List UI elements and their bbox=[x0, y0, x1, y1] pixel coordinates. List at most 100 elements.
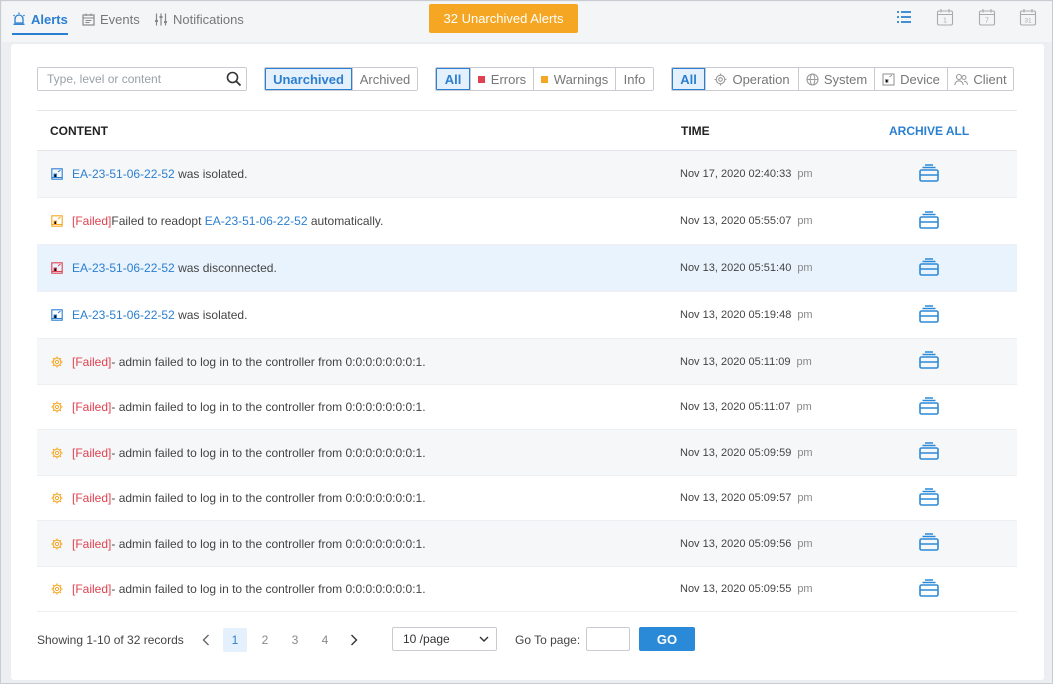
row-message: [Failed]- admin failed to log in to the … bbox=[72, 582, 426, 596]
calendar-month-icon[interactable]: 31 bbox=[1019, 8, 1037, 26]
archive-row-button[interactable] bbox=[919, 533, 939, 554]
calendar-day-icon[interactable]: 1 bbox=[936, 8, 954, 26]
row-time: Nov 13, 2020 05:09:57 pm bbox=[680, 492, 813, 504]
message-text: Failed to readopt bbox=[111, 214, 205, 228]
row-message: EA-23-51-06-22-52 was disconnected. bbox=[72, 261, 277, 275]
row-time: Nov 13, 2020 05:11:07 pm bbox=[680, 401, 812, 413]
go-button[interactable]: GO bbox=[639, 627, 695, 651]
archive-row-button[interactable] bbox=[919, 163, 939, 185]
tab-label: Notifications bbox=[173, 11, 244, 27]
table-row: EA-23-51-06-22-52 was isolated. Nov 13, 2… bbox=[37, 292, 1017, 339]
archive-row-button[interactable] bbox=[919, 442, 939, 463]
message-text: - admin failed to log in to the controll… bbox=[111, 582, 426, 596]
page-2-button[interactable]: 2 bbox=[253, 628, 277, 652]
type-system[interactable]: System bbox=[798, 68, 874, 90]
archive-row-button[interactable] bbox=[919, 257, 939, 279]
type-system-label: System bbox=[823, 71, 868, 87]
archive-row-button[interactable] bbox=[919, 210, 939, 232]
row-ampm: pm bbox=[797, 492, 813, 504]
row-time: Nov 13, 2020 05:55:07 pm bbox=[680, 215, 813, 227]
sliders-icon bbox=[155, 13, 167, 25]
type-all[interactable]: All bbox=[672, 68, 705, 90]
archive-icon bbox=[919, 442, 939, 460]
row-content: [Failed]Failed to readopt EA-23-51-06-22… bbox=[51, 214, 383, 228]
tab-alerts[interactable]: Alerts bbox=[12, 8, 68, 35]
device-link[interactable]: EA-23-51-06-22-52 bbox=[72, 167, 175, 181]
table-body: EA-23-51-06-22-52 was isolated. Nov 17, 2… bbox=[37, 151, 1017, 612]
gear-icon bbox=[714, 73, 727, 85]
device-link[interactable]: EA-23-51-06-22-52 bbox=[72, 308, 175, 322]
page-size-select[interactable]: 10 /page bbox=[392, 627, 497, 651]
level-info[interactable]: Info bbox=[615, 68, 653, 90]
next-page-button[interactable] bbox=[342, 628, 366, 652]
page-size-value: 10 /page bbox=[403, 632, 450, 646]
search-input[interactable] bbox=[38, 68, 223, 90]
archive-row-button[interactable] bbox=[919, 487, 939, 509]
filter-archived[interactable]: Archived bbox=[352, 68, 417, 90]
archive-all-button[interactable]: ARCHIVE ALL bbox=[889, 124, 969, 138]
row-ampm: pm bbox=[797, 168, 813, 180]
page-3-button[interactable]: 3 bbox=[283, 628, 307, 652]
type-operation[interactable]: Operation bbox=[705, 68, 798, 90]
archive-icon bbox=[919, 304, 939, 323]
message-text: - admin failed to log in to the controll… bbox=[111, 536, 426, 551]
archive-icon bbox=[919, 210, 939, 229]
prev-page-button[interactable] bbox=[194, 628, 218, 652]
archive-icon bbox=[919, 257, 939, 276]
archive-row-button[interactable] bbox=[919, 578, 939, 600]
calendar-icon bbox=[82, 13, 95, 26]
gear-orange-icon bbox=[51, 355, 63, 368]
level-info-label: Info bbox=[623, 71, 646, 87]
device-blue-icon bbox=[51, 309, 63, 321]
users-icon bbox=[954, 73, 969, 85]
device-link[interactable]: EA-23-51-06-22-52 bbox=[205, 214, 308, 228]
table-row: EA-23-51-06-22-52 was isolated. Nov 17, 2… bbox=[37, 151, 1017, 198]
calendar-week-icon[interactable]: 7 bbox=[978, 8, 996, 26]
page-1-button[interactable]: 1 bbox=[223, 628, 247, 652]
type-filter: All Operation System Device Client bbox=[671, 67, 1014, 91]
tab-label: Events bbox=[100, 11, 140, 27]
type-device[interactable]: Device bbox=[874, 68, 947, 90]
message-suffix: was isolated. bbox=[174, 308, 248, 322]
row-content: [Failed]- admin failed to log in to the … bbox=[51, 491, 426, 505]
table-header: CONTENT TIME ARCHIVE ALL bbox=[37, 110, 1017, 151]
archive-row-button[interactable] bbox=[919, 304, 939, 326]
row-date: Nov 13, 2020 05:11:07 bbox=[680, 401, 791, 413]
goto-label: Go To page: bbox=[515, 633, 581, 647]
row-message: [Failed]- admin failed to log in to the … bbox=[72, 446, 426, 460]
list-view-icon[interactable] bbox=[895, 8, 913, 26]
failed-tag: [Failed] bbox=[72, 445, 112, 460]
tab-notifications[interactable]: Notifications bbox=[154, 8, 244, 30]
tab-events[interactable]: Events bbox=[82, 8, 140, 30]
row-message: [Failed]- admin failed to log in to the … bbox=[72, 537, 426, 551]
archive-row-button[interactable] bbox=[919, 396, 939, 418]
unarchived-alerts-badge[interactable]: 32 Unarchived Alerts bbox=[429, 4, 578, 33]
gear-orange-icon bbox=[51, 446, 63, 459]
row-time: Nov 17, 2020 02:40:33 pm bbox=[680, 168, 813, 180]
search-icon[interactable] bbox=[226, 71, 242, 87]
archive-icon bbox=[919, 578, 939, 597]
header-content: CONTENT bbox=[50, 123, 108, 138]
gear-orange-icon bbox=[51, 583, 63, 595]
row-ampm: pm bbox=[797, 309, 813, 321]
goto-page-input[interactable] bbox=[586, 627, 630, 651]
failed-tag: [Failed] bbox=[72, 582, 112, 596]
message-text: - admin failed to log in to the controll… bbox=[111, 400, 426, 414]
calendar-month-number: 31 bbox=[1024, 18, 1032, 25]
row-message: [Failed]- admin failed to log in to the … bbox=[72, 400, 426, 414]
archive-row-button[interactable] bbox=[919, 351, 939, 372]
type-client[interactable]: Client bbox=[947, 68, 1013, 90]
page-4-button[interactable]: 4 bbox=[313, 628, 337, 652]
filter-unarchived[interactable]: Unarchived bbox=[265, 68, 352, 90]
row-time: Nov 13, 2020 05:11:09 pm bbox=[680, 356, 812, 368]
level-warnings[interactable]: Warnings bbox=[533, 68, 615, 90]
search-box bbox=[37, 67, 247, 91]
device-link[interactable]: EA-23-51-06-22-52 bbox=[72, 261, 175, 275]
failed-tag: [Failed] bbox=[72, 400, 112, 414]
globe-icon bbox=[806, 72, 819, 86]
level-errors[interactable]: Errors bbox=[470, 68, 533, 90]
level-all[interactable]: All bbox=[436, 68, 470, 90]
row-ampm: pm bbox=[797, 583, 813, 595]
level-warnings-label: Warnings bbox=[553, 71, 609, 87]
header-time: TIME bbox=[681, 123, 710, 138]
